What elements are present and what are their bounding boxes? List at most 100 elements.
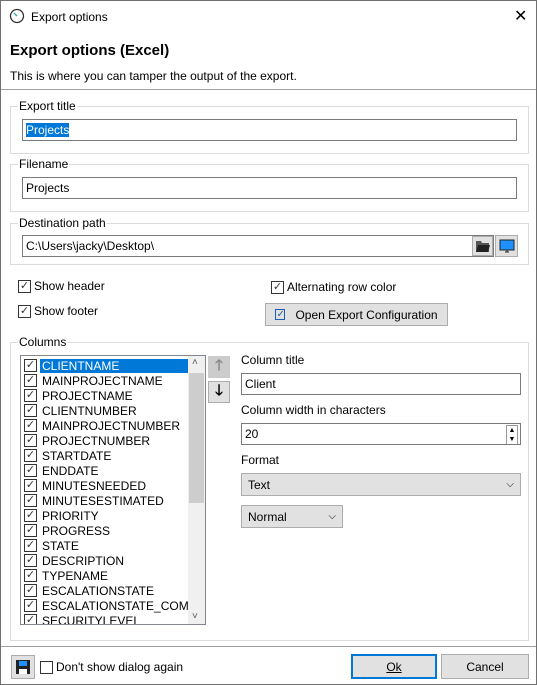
column-title-input[interactable]: Client xyxy=(241,373,521,395)
checkmark-icon: ✓ xyxy=(271,280,284,294)
window-title: Export options xyxy=(31,10,108,24)
show-footer-checkbox[interactable]: ✓ Show footer xyxy=(18,304,98,318)
column-list-item[interactable]: ✓ CLIENTNUMBER xyxy=(24,403,139,418)
move-up-button[interactable]: 🡑 xyxy=(208,356,230,378)
checkmark-icon[interactable]: ✓ xyxy=(24,524,37,537)
column-name: ESCALATIONSTATE_COMME xyxy=(42,598,206,613)
open-export-configuration-label: Open Export Configuration xyxy=(295,307,438,322)
export-title-input[interactable]: Projects xyxy=(22,119,517,141)
ok-button[interactable]: Ok xyxy=(351,654,437,679)
checkmark-icon[interactable]: ✓ xyxy=(24,494,37,507)
checkmark-icon[interactable]: ✓ xyxy=(24,584,37,597)
columns-scrollbar[interactable]: ˄ ˅ xyxy=(188,356,205,624)
checkmark-icon: ✓ xyxy=(18,279,31,293)
checkmark-icon[interactable]: ✓ xyxy=(24,359,37,372)
column-width-stepper[interactable]: 20 ▲ ▼ xyxy=(241,423,521,445)
folder-open-icon xyxy=(475,241,490,252)
dont-show-again-checkbox[interactable]: Don't show dialog again xyxy=(40,660,183,674)
columns-label: Columns xyxy=(18,335,68,349)
arrow-up-icon: 🡑 xyxy=(215,356,223,374)
column-list-item[interactable]: ✓ MAINPROJECTNUMBER xyxy=(24,418,182,433)
column-list-item[interactable]: ✓ MINUTESNEEDED xyxy=(24,478,148,493)
checkmark-icon[interactable]: ✓ xyxy=(24,374,37,387)
filename-input[interactable]: Projects xyxy=(22,177,517,199)
cancel-button[interactable]: Cancel xyxy=(441,654,529,679)
column-name: MINUTESNEEDED xyxy=(42,478,147,493)
page-title: Export options (Excel) xyxy=(10,42,170,59)
checkmark-icon[interactable]: ✓ xyxy=(24,539,37,552)
monitor-icon xyxy=(499,239,514,252)
column-list-item[interactable]: ✓ STATE xyxy=(24,538,81,553)
stepper-arrows-icon[interactable]: ▲ ▼ xyxy=(506,425,518,444)
column-list-item[interactable]: ✓ STARTDATE xyxy=(24,448,113,463)
checkmark-icon[interactable]: ✓ xyxy=(24,404,37,417)
close-icon[interactable]: ✕ xyxy=(514,6,527,26)
column-list-item[interactable]: ✓ MINUTESESTIMATED xyxy=(24,493,166,508)
column-list-item[interactable]: ✓ MAINPROJECTNAME xyxy=(24,373,165,388)
column-list-item[interactable]: ✓ PROJECTNAME xyxy=(24,388,135,403)
divider xyxy=(1,89,536,90)
checkmark-icon[interactable]: ✓ xyxy=(24,554,37,567)
column-list-item[interactable]: ✓ SECURITYLEVEL xyxy=(24,613,142,625)
column-name: CLIENTNUMBER xyxy=(42,403,137,418)
checkmark-icon[interactable]: ✓ xyxy=(24,389,37,402)
format-value: Text xyxy=(248,477,271,492)
column-list-item[interactable]: ✓ ESCALATIONSTATE_COMME xyxy=(24,598,206,613)
column-name: ESCALATIONSTATE xyxy=(42,583,155,598)
open-export-configuration-button[interactable]: ✓ Open Export Configuration xyxy=(265,303,448,326)
checkmark-icon[interactable]: ✓ xyxy=(24,449,37,462)
column-name: DESCRIPTION xyxy=(42,553,125,568)
columns-list[interactable]: ✓ SECURITYLEVEL ✓ ESCALATIONSTATE_COMME ✓ ESC… xyxy=(20,355,206,625)
checkmark-icon[interactable]: ✓ xyxy=(24,434,37,447)
scroll-up-icon[interactable]: ˄ xyxy=(192,357,198,368)
export-title-label: Export title xyxy=(18,99,77,113)
column-list-item[interactable]: ✓ DESCRIPTION xyxy=(24,553,126,568)
checkbox-box xyxy=(40,660,53,674)
scroll-down-icon[interactable]: ˅ xyxy=(192,611,198,622)
move-down-button[interactable]: 🡓 xyxy=(208,381,230,403)
show-header-checkbox[interactable]: ✓ Show header xyxy=(18,279,105,293)
checkmark-icon[interactable]: ✓ xyxy=(24,509,37,522)
export-options-dialog: Export options ✕ Export options (Excel) … xyxy=(0,0,537,685)
column-name: TYPENAME xyxy=(42,568,109,583)
cancel-label: Cancel xyxy=(466,659,504,674)
checkmark-icon[interactable]: ✓ xyxy=(24,479,37,492)
checkmark-icon[interactable]: ✓ xyxy=(24,419,37,432)
ok-label: Ok xyxy=(386,659,402,674)
column-name: SECURITYLEVEL xyxy=(42,613,141,625)
column-list-item[interactable]: ✓ ENDDATE xyxy=(24,463,100,478)
destination-input[interactable]: C:\Users\jacky\Desktop\ xyxy=(22,235,494,257)
column-name: PROJECTNUMBER xyxy=(42,433,151,448)
column-name: MAINPROJECTNAME xyxy=(42,373,163,388)
column-list-item[interactable]: ✓ CLIENTNAME xyxy=(24,358,188,373)
style-select[interactable]: Normal ⌵ xyxy=(241,505,343,528)
checkmark-icon[interactable]: ✓ xyxy=(24,614,37,624)
chevron-down-icon: ⌵ xyxy=(328,511,336,522)
checkmark-icon[interactable]: ✓ xyxy=(24,599,37,612)
column-name: STARTDATE xyxy=(42,448,112,463)
show-header-label: Show header xyxy=(34,279,105,293)
checkmark-icon[interactable]: ✓ xyxy=(24,569,37,582)
format-select[interactable]: Text ⌵ xyxy=(241,473,521,496)
column-name: PROJECTNAME xyxy=(42,388,133,403)
column-name: CLIENTNAME xyxy=(40,358,188,373)
save-button[interactable] xyxy=(11,655,35,679)
browse-folder-button[interactable] xyxy=(472,236,493,256)
scrollbar-thumb[interactable] xyxy=(189,373,204,503)
checkmark-icon[interactable]: ✓ xyxy=(24,464,37,477)
save-icon xyxy=(16,660,30,674)
column-list-item[interactable]: ✓ PRIORITY xyxy=(24,508,101,523)
column-list-item[interactable]: ✓ PROGRESS xyxy=(24,523,112,538)
title-bar: Export options ✕ xyxy=(1,1,536,33)
column-width-label: Column width in characters xyxy=(241,403,386,417)
column-name: ENDDATE xyxy=(42,463,99,478)
chevron-down-icon: ⌵ xyxy=(506,479,514,490)
column-width-value: 20 xyxy=(245,427,259,441)
format-label: Format xyxy=(241,453,280,467)
column-list-item[interactable]: ✓ ESCALATIONSTATE xyxy=(24,583,156,598)
checkmark-icon: ✓ xyxy=(18,304,31,318)
alternating-row-color-checkbox[interactable]: ✓ Alternating row color xyxy=(271,280,396,294)
desktop-button[interactable] xyxy=(495,235,518,257)
column-list-item[interactable]: ✓ TYPENAME xyxy=(24,568,110,583)
column-list-item[interactable]: ✓ PROJECTNUMBER xyxy=(24,433,152,448)
